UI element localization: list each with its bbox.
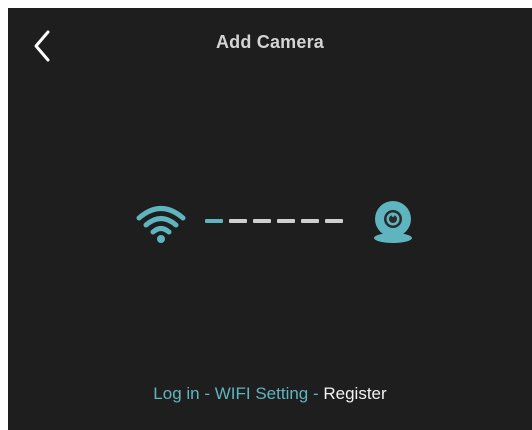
step-wifi-setting: WIFI Setting [214,384,309,403]
add-camera-screen: Add Camera Log in - WIFI Setting - Regis… [8,8,532,430]
progress-dash [205,219,223,223]
progress-dash [277,219,295,223]
progress-dashes [205,219,355,225]
step-log-in: Log in [153,384,200,403]
connection-illustration [8,8,532,430]
step-separator: - [308,384,324,403]
progress-dash [229,219,247,223]
progress-dash [325,219,343,223]
wifi-icon [136,206,186,243]
progress-dash [301,219,319,223]
step-register: Register [323,384,387,403]
setup-steps: Log in - WIFI Setting - Register [8,384,532,404]
step-separator: - [199,384,215,403]
progress-dash [253,219,271,223]
camera-icon [374,201,412,243]
